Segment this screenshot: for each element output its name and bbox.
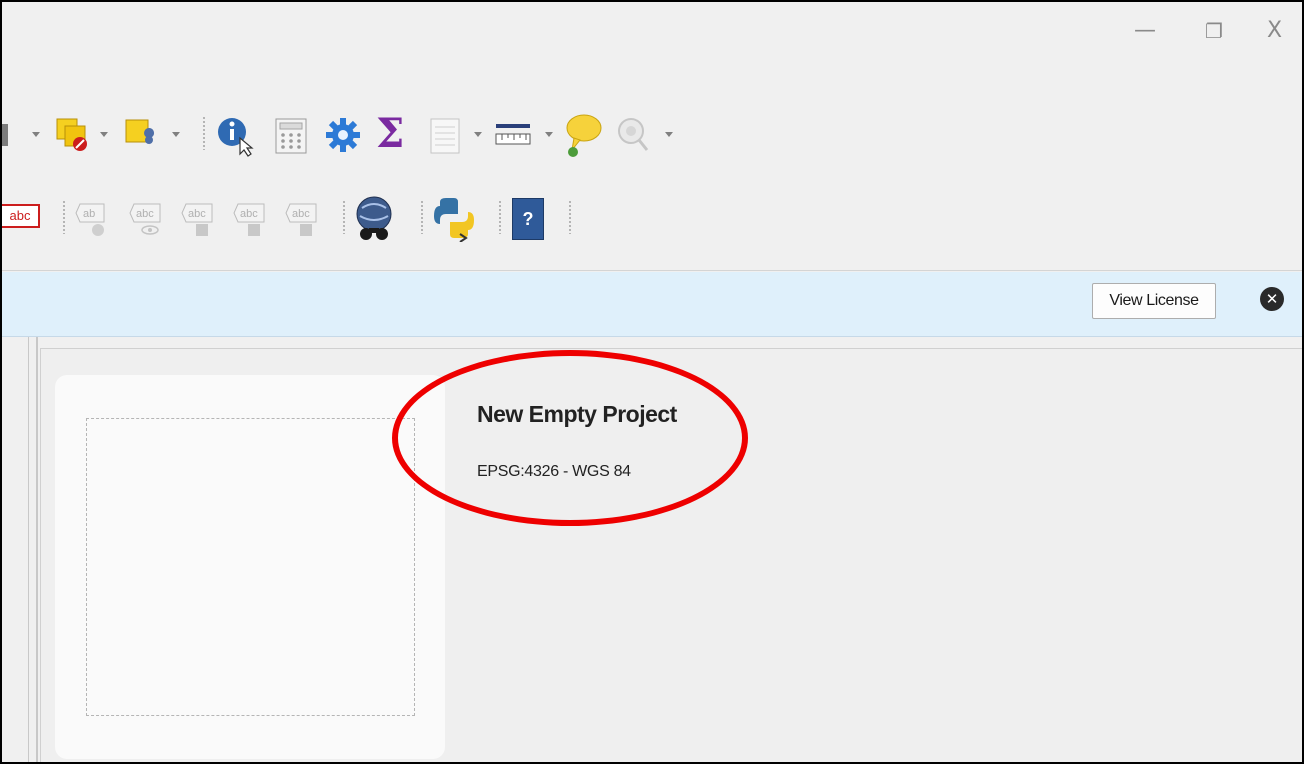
metasearch-icon[interactable]	[352, 194, 398, 244]
dropdown-arrow-icon[interactable]	[32, 132, 40, 137]
panel-splitter[interactable]	[36, 337, 38, 762]
rotate-label-icon[interactable]: abc	[232, 198, 272, 242]
message-bar: View License ✕	[2, 272, 1302, 337]
close-icon[interactable]: ✕	[1260, 287, 1284, 311]
label-toolbar: abc ab abc abc abc abc ?	[2, 176, 1302, 271]
dropdown-arrow-icon[interactable]	[545, 132, 553, 137]
left-panel	[2, 337, 29, 762]
help-icon[interactable]: ?	[512, 198, 544, 240]
toolbar-grip[interactable]	[420, 200, 424, 234]
partial-icon[interactable]	[2, 124, 8, 146]
attribute-table-icon[interactable]	[428, 116, 462, 156]
project-template-card[interactable]	[55, 375, 445, 759]
project-title[interactable]: New Empty Project	[477, 401, 677, 428]
dropdown-arrow-icon[interactable]	[100, 132, 108, 137]
toolbar-grip[interactable]	[202, 116, 206, 150]
pin-labels-icon[interactable]: ab	[74, 198, 114, 242]
map-tips-icon[interactable]	[564, 112, 604, 158]
move-label-icon[interactable]: abc	[180, 198, 220, 242]
search-icon[interactable]	[614, 114, 654, 158]
attributes-toolbar: Σ	[2, 94, 1302, 176]
toolbar-grip[interactable]	[62, 200, 66, 234]
dropdown-arrow-icon[interactable]	[172, 132, 180, 137]
label-tool-icon[interactable]: abc	[2, 204, 40, 228]
minimize-button[interactable]: —	[1134, 16, 1156, 46]
svg-text:abc: abc	[292, 208, 310, 220]
close-window-button[interactable]: X	[1267, 16, 1282, 46]
processing-toolbox-icon[interactable]	[324, 116, 362, 154]
svg-text:abc: abc	[240, 208, 258, 220]
welcome-page: New Empty Project EPSG:4326 - WGS 84	[40, 348, 1302, 762]
toolbar-grip[interactable]	[498, 200, 502, 234]
toolbar-grip[interactable]	[568, 200, 572, 234]
dropdown-arrow-icon[interactable]	[474, 132, 482, 137]
statistical-summary-icon[interactable]: Σ	[376, 110, 404, 158]
qgis-window: — ❐ X Σ abc ab abc abc abc abc ? View Li…	[0, 0, 1304, 764]
project-thumbnail	[86, 418, 415, 716]
change-label-icon[interactable]: abc	[284, 198, 324, 242]
show-hide-labels-icon[interactable]: abc	[128, 198, 168, 242]
python-console-icon[interactable]	[432, 196, 476, 242]
identify-features-icon[interactable]	[214, 114, 258, 158]
deselect-features-icon[interactable]	[54, 116, 94, 156]
select-by-location-icon[interactable]	[122, 116, 162, 156]
title-bar: — ❐ X	[2, 2, 1302, 92]
svg-text:ab: ab	[83, 208, 95, 220]
project-crs: EPSG:4326 - WGS 84	[477, 463, 631, 480]
restore-button[interactable]: ❐	[1205, 16, 1223, 46]
measure-line-icon[interactable]	[494, 118, 534, 152]
svg-text:abc: abc	[136, 208, 154, 220]
toolbar-grip[interactable]	[342, 200, 346, 234]
svg-text:abc: abc	[188, 208, 206, 220]
dropdown-arrow-icon[interactable]	[665, 132, 673, 137]
field-calculator-icon[interactable]	[272, 116, 310, 156]
view-license-button[interactable]: View License	[1092, 283, 1216, 319]
